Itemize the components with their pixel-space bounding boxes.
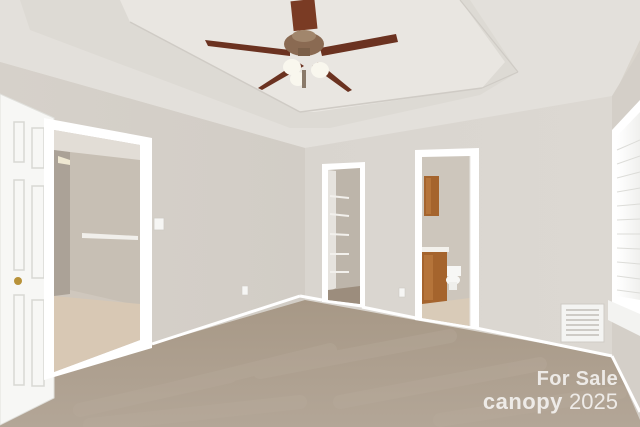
watermark-year: 2025 xyxy=(569,389,618,414)
watermark-for-sale: For Sale xyxy=(536,368,618,390)
watermark-brand-line: canopy 2025 xyxy=(483,391,618,413)
closet-doorway[interactable] xyxy=(322,162,365,308)
wall-outlet-left xyxy=(241,285,249,296)
light-switch[interactable] xyxy=(153,217,165,231)
watermark-brand: canopy xyxy=(482,389,563,414)
listing-watermark: For Sale canopy 2025 xyxy=(483,369,618,413)
floor-vent xyxy=(560,303,605,343)
wall-outlet-right xyxy=(398,287,406,298)
window-with-blinds[interactable] xyxy=(608,100,640,336)
room-illustration xyxy=(0,0,640,427)
photo-scene: For Sale canopy 2025 xyxy=(0,0,640,427)
bathroom-doorway[interactable] xyxy=(415,148,479,330)
hallway-doorway[interactable] xyxy=(44,118,152,380)
door-knob[interactable] xyxy=(14,277,22,285)
